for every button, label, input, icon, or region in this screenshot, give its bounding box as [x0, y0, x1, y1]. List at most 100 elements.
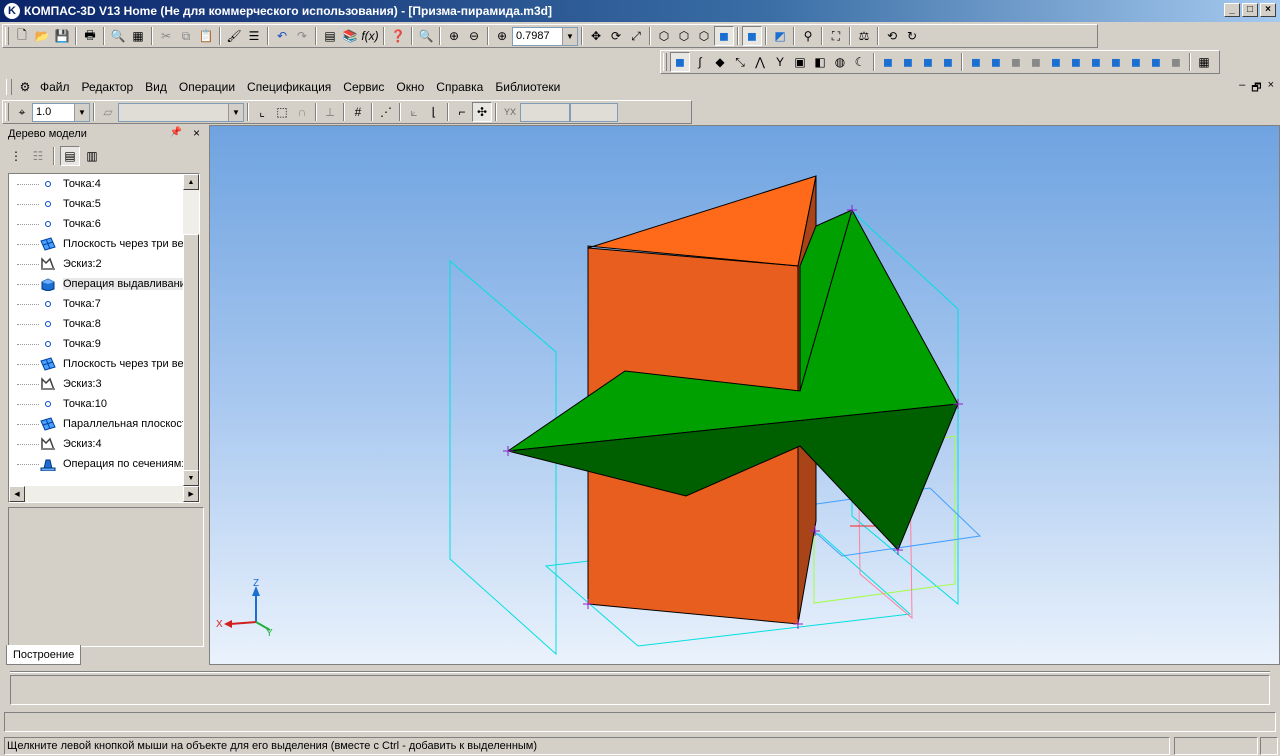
tree-item[interactable]: Точка:9	[9, 334, 199, 354]
scroll-left-icon[interactable]: ◀	[9, 486, 25, 502]
manager-icon[interactable]: ▤	[320, 26, 340, 46]
coord-y-field[interactable]	[570, 102, 618, 122]
hidden-lines-thin-icon[interactable]: ⬡	[694, 26, 714, 46]
new-file-icon[interactable]: 🗋	[12, 26, 32, 46]
step-line-icon[interactable]: ⌐	[452, 102, 472, 122]
format-brush-icon[interactable]: 🖌	[224, 26, 244, 46]
axis-icon[interactable]: ⤡	[730, 52, 750, 72]
zoom-in-icon[interactable]: ⊕	[444, 26, 464, 46]
tree-item[interactable]: Операция выдавливания	[9, 274, 199, 294]
draft-icon[interactable]: ◼	[1046, 52, 1066, 72]
revolve-tool-icon[interactable]: ◼	[898, 52, 918, 72]
surface-icon[interactable]: ◧	[810, 52, 830, 72]
tree-item[interactable]: Плоскость через три вершины	[9, 354, 199, 374]
model-view-svg[interactable]: Z X Y	[210, 126, 1280, 665]
tree-item[interactable]: Точка:4	[9, 174, 199, 194]
tree-details-icon[interactable]: ▥	[82, 146, 102, 166]
redo-icon[interactable]: ↷	[292, 26, 312, 46]
3d-viewport[interactable]: Z X Y	[209, 125, 1280, 665]
thread-icon[interactable]: ◼	[1086, 52, 1106, 72]
menu-file[interactable]: Файл	[34, 80, 76, 94]
split-icon[interactable]: Y	[770, 52, 790, 72]
grid-icon[interactable]: #	[348, 102, 368, 122]
menu-view[interactable]: Вид	[139, 80, 173, 94]
hidden-lines-icon[interactable]: ⬡	[674, 26, 694, 46]
coords-icon[interactable]: YX	[500, 102, 520, 122]
cut-icon[interactable]: ✂	[156, 26, 176, 46]
close-icon[interactable]: ×	[193, 126, 200, 140]
cs-icon[interactable]: ⌊	[424, 102, 444, 122]
shaded-icon[interactable]: ◼	[714, 26, 734, 46]
layer-combo[interactable]: ▼	[118, 102, 244, 122]
tree-item[interactable]: Точка:7	[9, 294, 199, 314]
menu-specification[interactable]: Спецификация	[241, 80, 337, 94]
refresh-icon[interactable]: ↻	[902, 26, 922, 46]
chevron-down-icon[interactable]: ▼	[562, 27, 577, 45]
menu-editor[interactable]: Редактор	[76, 80, 140, 94]
grid-step-icon[interactable]: ⌖	[12, 102, 32, 122]
zoom-combo[interactable]: 0.7987 ▼	[512, 26, 578, 46]
pin-icon[interactable]: 📌	[170, 127, 182, 138]
tree-view-icon[interactable]: ▦	[128, 26, 148, 46]
tree-item[interactable]: Эскиз:3	[9, 374, 199, 394]
scroll-thumb[interactable]	[183, 234, 199, 494]
menu-help[interactable]: Справка	[430, 80, 489, 94]
filter-icon[interactable]: ⚲	[798, 26, 818, 46]
undo-icon[interactable]: ↶	[272, 26, 292, 46]
tree-item[interactable]: Эскиз:4	[9, 434, 199, 454]
layer-icon[interactable]: ▱	[98, 102, 118, 122]
maximize-button[interactable]: □	[1242, 3, 1258, 17]
minimize-button[interactable]: _	[1224, 3, 1240, 17]
tab-construction[interactable]: Построение	[6, 645, 82, 665]
zoom-out-icon[interactable]: ⊖	[464, 26, 484, 46]
menu-service[interactable]: Сервис	[337, 80, 390, 94]
rib-icon[interactable]: ◼	[1026, 52, 1046, 72]
tree-item[interactable]: Точка:6	[9, 214, 199, 234]
hole-icon[interactable]: ◼	[1066, 52, 1086, 72]
array-icon[interactable]: ◼	[1106, 52, 1126, 72]
sweep-icon[interactable]: ☾	[850, 52, 870, 72]
chamfer-icon[interactable]: ◼	[986, 52, 1006, 72]
rotate-icon[interactable]: ⟳	[606, 26, 626, 46]
measure-icon[interactable]: ⛶	[826, 26, 846, 46]
tree-item[interactable]: Операция по сечениям:1	[9, 454, 199, 474]
scroll-right-icon[interactable]: ▶	[183, 486, 199, 502]
perspective-icon[interactable]: ◩	[770, 26, 790, 46]
cut-body-icon[interactable]: ◼	[1146, 52, 1166, 72]
wireframe-icon[interactable]: ⬡	[654, 26, 674, 46]
rebuild-icon[interactable]: ⟲	[882, 26, 902, 46]
library-icon[interactable]: 📚	[340, 26, 360, 46]
extrude-tool-icon[interactable]: ◼	[878, 52, 898, 72]
doc-restore-button[interactable]: 🗗	[1251, 79, 1261, 98]
curve-icon[interactable]: ∫	[690, 52, 710, 72]
zoom-window-icon[interactable]: 🔍	[416, 26, 436, 46]
step-combo[interactable]: 1.0 ▼	[32, 102, 90, 122]
select-mode-icon[interactable]: ◼	[670, 52, 690, 72]
copy-icon[interactable]: ⧉	[176, 26, 196, 46]
menu-operations[interactable]: Операции	[173, 80, 241, 94]
tree-list-icon[interactable]: ▤	[60, 146, 80, 166]
preview-icon[interactable]: 🔍	[108, 26, 128, 46]
tree-vertical-scrollbar[interactable]: ▲ ▼	[183, 174, 199, 494]
tree-item[interactable]: Точка:10	[9, 394, 199, 414]
shell-icon[interactable]: ◼	[1006, 52, 1026, 72]
menu-window[interactable]: Окно	[390, 80, 430, 94]
print-icon[interactable]: 🖶	[80, 26, 100, 46]
boolean-icon[interactable]: ◼	[1166, 52, 1186, 72]
close-button[interactable]: ×	[1260, 3, 1276, 17]
resize-grip[interactable]	[1260, 737, 1278, 755]
properties-icon[interactable]: ☰	[244, 26, 264, 46]
document-icon[interactable]: ⚙	[16, 77, 34, 97]
paste-icon[interactable]: 📋	[196, 26, 216, 46]
magnet-icon[interactable]: ∩	[292, 102, 312, 122]
fillet-icon[interactable]: ◼	[966, 52, 986, 72]
shaded-edges-icon[interactable]: ◼	[742, 26, 762, 46]
tree-item[interactable]: Точка:8	[9, 314, 199, 334]
ortho-icon[interactable]: ⟂	[320, 102, 340, 122]
tree-filter-icon[interactable]: ☷	[28, 146, 48, 166]
menu-libraries[interactable]: Библиотеки	[489, 80, 566, 94]
round-icon[interactable]: ⟀	[404, 102, 424, 122]
scroll-down-icon[interactable]: ▼	[183, 470, 199, 486]
view-orient-icon[interactable]: ⬚	[272, 102, 292, 122]
tree-item[interactable]: Параллельная плоскость	[9, 414, 199, 434]
